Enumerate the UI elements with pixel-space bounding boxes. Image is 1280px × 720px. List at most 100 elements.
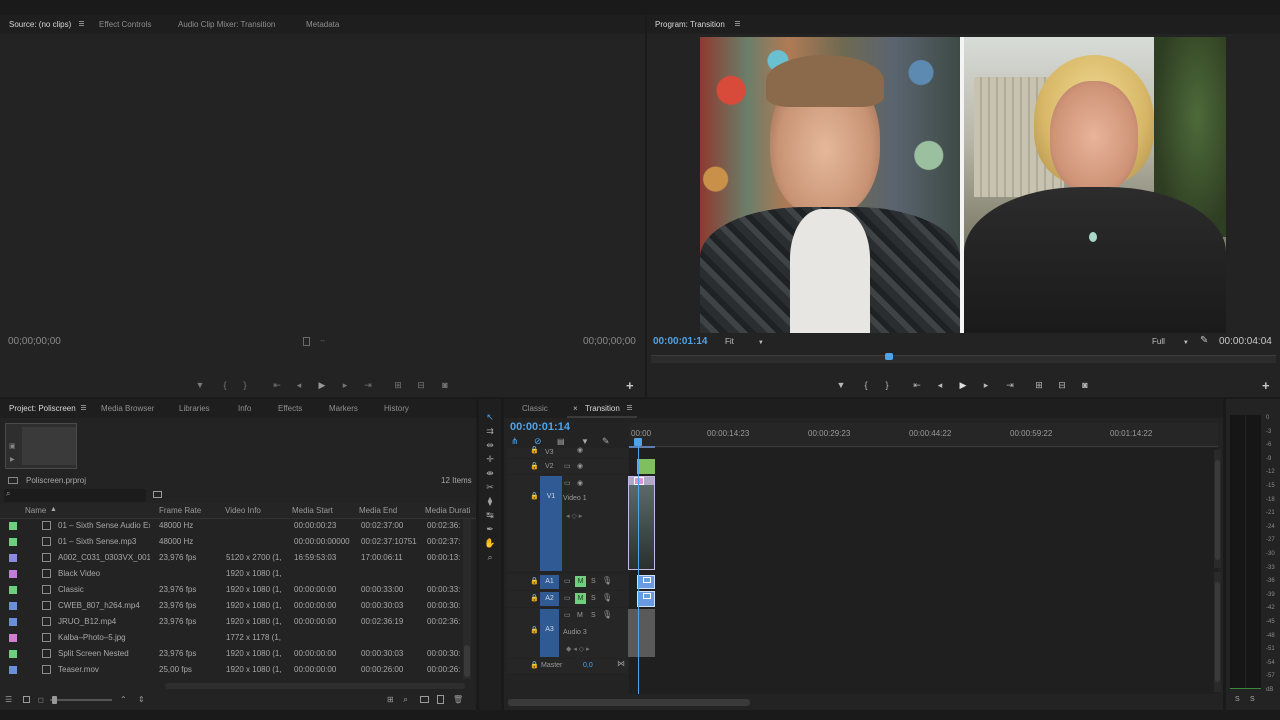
track-select-tool-icon[interactable]: ⇉ <box>483 425 497 437</box>
lock-icon[interactable]: 🔒 <box>530 462 539 470</box>
timeline-playhead-line[interactable] <box>638 446 639 694</box>
wrench-icon[interactable]: ✎ <box>602 436 610 447</box>
playhead-handle[interactable] <box>634 438 642 446</box>
project-item-row[interactable]: Split Screen Nested 23,976 fps 1920 x 1080… <box>0 646 476 662</box>
add-marker-icon[interactable]: ▤ <box>557 437 565 446</box>
rate-stretch-tool-icon[interactable]: ⇼ <box>483 467 497 479</box>
mute-button-a3[interactable]: M <box>577 612 583 619</box>
project-item-row[interactable]: Teaser.mov 25,00 fps 1920 x 1080 (1, 00:00:… <box>0 662 476 678</box>
timeline-hscroll[interactable] <box>508 699 750 706</box>
label-color-swatch[interactable] <box>9 602 17 610</box>
panel-menu-icon[interactable] <box>79 21 84 27</box>
label-color-swatch[interactable] <box>9 570 17 578</box>
mute-button-a2[interactable]: M <box>575 593 586 604</box>
col-video-info[interactable]: Video Info <box>225 503 261 519</box>
project-item-row[interactable]: JRUO_B12.mp4 23,976 fps 1920 x 1080 (1, 00:… <box>0 614 476 630</box>
zoom-tool-icon[interactable]: ⌕ <box>483 551 497 563</box>
label-color-swatch[interactable] <box>9 554 17 562</box>
horizontal-scrollbar[interactable] <box>165 683 465 689</box>
tab-info[interactable]: Info <box>238 399 251 418</box>
tab-project[interactable]: Project: Poliscreen <box>9 399 76 418</box>
label-color-swatch[interactable] <box>9 650 17 658</box>
list-view-icon[interactable]: ☰ <box>5 695 12 704</box>
clip-a3[interactable] <box>628 609 655 657</box>
tab-media-browser[interactable]: Media Browser <box>101 399 154 418</box>
slip-tool-icon[interactable]: ⧫ <box>483 495 497 507</box>
project-item-row[interactable]: Black Video 1920 x 1080 (1, <box>0 566 476 582</box>
rolling-edit-tool-icon[interactable]: ✛ <box>483 453 497 465</box>
track-target-a1[interactable]: A1 <box>540 575 559 589</box>
mic-icon[interactable]: 🎙 <box>602 610 612 619</box>
freeform-view-icon[interactable]: ◻ <box>38 696 44 704</box>
label-color-swatch[interactable] <box>9 634 17 642</box>
new-bin-icon[interactable] <box>153 491 162 498</box>
solo-button-a2[interactable]: S <box>591 595 596 602</box>
eye-icon[interactable]: ◉ <box>577 479 583 487</box>
panel-menu-icon[interactable] <box>81 405 86 411</box>
timeline-vscroll-audio[interactable] <box>1214 572 1221 692</box>
button-editor-icon[interactable]: + <box>1262 378 1270 393</box>
zoom-select[interactable]: Fit ▼ <box>725 337 764 346</box>
lock-icon[interactable]: 🔒 <box>530 492 539 500</box>
overwrite-icon[interactable]: ⊟ <box>414 379 428 391</box>
scrollbar-thumb[interactable] <box>1215 582 1220 682</box>
panel-menu-icon[interactable] <box>627 405 632 411</box>
project-item-row[interactable]: 01 – Sixth Sense Audio Ex 48000 Hz 00:00:0… <box>0 518 476 534</box>
marker-icon[interactable]: ▼ <box>581 437 589 446</box>
quality-select[interactable]: Full ▼ <box>1152 337 1189 346</box>
track-target-a2[interactable]: A2 <box>540 592 559 606</box>
zoom-slider[interactable] <box>50 696 112 704</box>
add-marker-icon[interactable]: ▼ <box>834 379 848 391</box>
label-color-swatch[interactable] <box>9 618 17 626</box>
lock-icon[interactable]: 🔒 <box>530 626 539 634</box>
program-current-time[interactable]: 00:00:01:14 <box>653 336 707 347</box>
panel-menu-icon[interactable] <box>735 21 740 27</box>
track-target-a3[interactable]: A3 <box>540 609 559 657</box>
label-color-swatch[interactable] <box>9 522 17 530</box>
sync-lock-icon[interactable]: ▭ <box>564 577 571 585</box>
drag-video-icon[interactable]: ↔ <box>319 337 326 344</box>
label-color-swatch[interactable] <box>9 538 17 546</box>
project-item-row[interactable]: 01 – Sixth Sense.mp3 48000 Hz 00:00:00:000… <box>0 534 476 550</box>
lock-icon[interactable]: 🔒 <box>530 446 539 454</box>
tab-libraries[interactable]: Libraries <box>179 399 210 418</box>
mark-out-icon[interactable]: } <box>238 379 252 391</box>
close-icon[interactable]: × <box>573 404 578 413</box>
tab-effects[interactable]: Effects <box>278 399 302 418</box>
clip-a2[interactable] <box>637 591 655 607</box>
export-frame-icon[interactable]: ◙ <box>1078 379 1092 391</box>
play-icon[interactable]: ▶ <box>956 379 970 391</box>
lock-icon[interactable]: 🔒 <box>530 661 539 669</box>
eye-icon[interactable]: ◉ <box>577 446 583 454</box>
mark-in-icon[interactable]: { <box>859 379 873 391</box>
selection-tool-icon[interactable]: ↖ <box>483 411 497 423</box>
solo-left-button[interactable]: S <box>1235 696 1240 703</box>
keyframe-nav-icon[interactable]: ◆ ◂ ◇ ▸ <box>566 645 590 653</box>
button-editor-icon[interactable]: + <box>626 378 634 393</box>
snap-icon[interactable]: ⋔ <box>511 436 519 447</box>
sync-lock-icon[interactable]: ▭ <box>564 462 571 470</box>
step-forward-icon[interactable]: ▸ <box>338 379 352 391</box>
step-back-icon[interactable]: ◂ <box>933 379 947 391</box>
go-to-end-icon[interactable]: ⋈ <box>617 659 625 668</box>
tab-program[interactable]: Program: Transition <box>655 15 725 34</box>
go-to-in-icon[interactable]: ⇤ <box>910 379 924 391</box>
mic-icon[interactable]: 🎙 <box>602 593 612 602</box>
mic-icon[interactable]: 🎙 <box>602 576 612 585</box>
project-item-row[interactable]: CWEB_807_h264.mp4 23,976 fps 1920 x 1080 (… <box>0 598 476 614</box>
razor-tool-icon[interactable]: ✂ <box>483 481 497 493</box>
program-scrub-bar[interactable] <box>651 353 1276 363</box>
clip-a1[interactable] <box>637 575 655 589</box>
export-frame-icon[interactable]: ◙ <box>438 379 452 391</box>
track-area[interactable] <box>629 448 1218 694</box>
project-item-row[interactable]: A002_C031_0303VX_001. 23,976 fps 5120 x 27… <box>0 550 476 566</box>
new-item-icon[interactable] <box>437 695 444 704</box>
mute-button-a1[interactable]: M <box>575 576 586 587</box>
project-item-row[interactable]: Kalba–Photo–5.jpg 1772 x 1178 (1, <box>0 630 476 646</box>
track-target-v1[interactable]: V1 <box>540 476 562 571</box>
slide-tool-icon[interactable]: ↹ <box>483 509 497 521</box>
project-scrollbar[interactable] <box>463 519 471 679</box>
scrollbar-thumb[interactable] <box>464 645 470 677</box>
sync-lock-icon[interactable]: ▭ <box>564 611 571 619</box>
chevron-updown-icon[interactable]: ⇕ <box>138 695 145 704</box>
